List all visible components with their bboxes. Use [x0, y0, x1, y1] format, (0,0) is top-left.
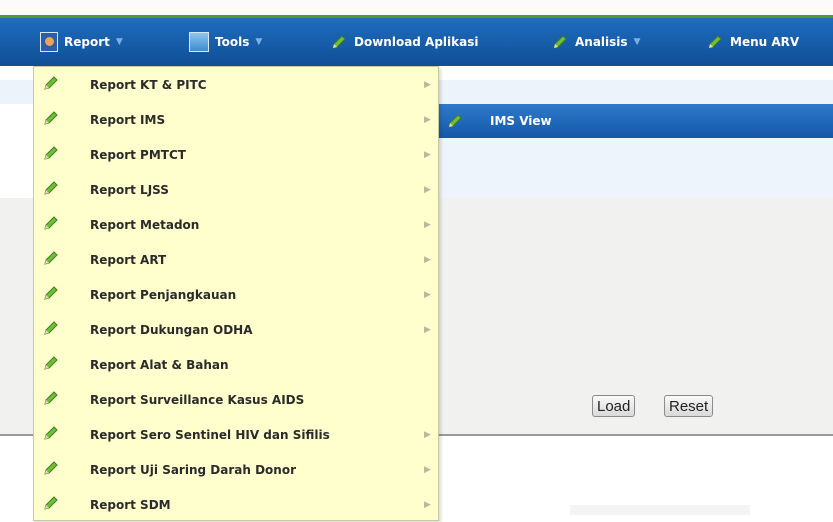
chevron-right-icon: ▶: [424, 79, 431, 90]
chevron-down-icon: ▼: [633, 37, 641, 47]
pencil-icon: [44, 321, 58, 335]
menu-item-7[interactable]: Report Dukungan ODHA ▶: [34, 312, 438, 347]
menu-item-11[interactable]: Report Uji Saring Darah Donor ▶: [34, 452, 438, 487]
window-top-strip: [0, 0, 833, 15]
pencil-icon: [44, 426, 58, 440]
reset-button[interactable]: Reset: [664, 395, 714, 417]
chevron-right-icon: ▶: [424, 184, 431, 195]
content-panel: [438, 138, 833, 198]
menu-item-label: Report LJSS: [90, 182, 169, 197]
footer-text-blur: [570, 505, 750, 515]
menu-item-0[interactable]: Report KT & PITC ▶: [34, 67, 438, 102]
pencil-icon: [44, 111, 58, 125]
menu-item-label: Report Surveillance Kasus AIDS: [90, 392, 305, 407]
submenu-ims-view-label: IMS View: [490, 114, 552, 128]
pencil-icon: [44, 251, 58, 265]
chevron-right-icon: ▶: [424, 254, 431, 265]
pencil-icon: [708, 35, 722, 49]
pencil-icon: [44, 76, 58, 90]
chevron-down-icon: ▼: [115, 37, 123, 47]
menu-item-label: Report Alat & Bahan: [90, 357, 229, 372]
pencil-icon: [44, 496, 58, 510]
nav-menu-arv[interactable]: Menu ARV: [706, 18, 799, 66]
pencil-icon: [448, 114, 462, 128]
pencil-icon: [44, 356, 58, 370]
pencil-icon: [332, 35, 346, 49]
menu-item-5[interactable]: Report ART ▶: [34, 242, 438, 277]
nav-report-label: Report: [64, 35, 110, 49]
menu-item-label: Report SDM: [90, 497, 171, 512]
menu-item-6[interactable]: Report Penjangkauan ▶: [34, 277, 438, 312]
nav-report[interactable]: Report ▼: [40, 18, 123, 66]
nav-tools-label: Tools: [215, 35, 250, 49]
nav-analisis-label: Analisis: [575, 35, 628, 49]
chevron-right-icon: ▶: [424, 429, 431, 440]
nav-menu-arv-label: Menu ARV: [730, 35, 800, 49]
menu-item-2[interactable]: Report PMTCT ▶: [34, 137, 438, 172]
submenu-ims-view[interactable]: IMS View: [438, 104, 833, 138]
main-navbar: Report ▼ Tools ▼ Download Aplikasi Anali…: [0, 18, 833, 66]
nav-analisis[interactable]: Analisis ▼: [551, 18, 640, 66]
menu-item-4[interactable]: Report Metadon ▶: [34, 207, 438, 242]
pencil-icon: [44, 391, 58, 405]
menu-item-label: Report KT & PITC: [90, 77, 207, 92]
chevron-right-icon: ▶: [424, 219, 431, 230]
nav-tools[interactable]: Tools ▼: [189, 18, 262, 66]
chevron-down-icon: ▼: [255, 37, 263, 47]
menu-item-label: Report Sero Sentinel HIV dan Sifilis: [90, 427, 330, 442]
chevron-right-icon: ▶: [424, 289, 431, 300]
pencil-icon: [553, 35, 567, 49]
chevron-right-icon: ▶: [424, 149, 431, 160]
menu-item-label: Report Penjangkauan: [90, 287, 237, 302]
chevron-right-icon: ▶: [424, 464, 431, 475]
nav-download-label: Download Aplikasi: [354, 35, 479, 49]
pencil-icon: [44, 181, 58, 195]
pencil-icon: [44, 146, 58, 160]
pencil-icon: [44, 286, 58, 300]
nav-download-aplikasi[interactable]: Download Aplikasi: [330, 18, 479, 66]
pencil-icon: [44, 461, 58, 475]
menu-item-9[interactable]: Report Surveillance Kasus AIDS: [34, 382, 438, 417]
chevron-right-icon: ▶: [424, 324, 431, 335]
menu-item-label: Report ART: [90, 252, 167, 267]
menu-item-12[interactable]: Report SDM ▶: [34, 487, 438, 522]
menu-item-1[interactable]: Report IMS ▶: [34, 102, 438, 137]
chevron-right-icon: ▶: [424, 114, 431, 125]
pencil-icon: [44, 216, 58, 230]
load-button[interactable]: Load: [592, 395, 636, 417]
menu-item-10[interactable]: Report Sero Sentinel HIV dan Sifilis ▶: [34, 417, 438, 452]
tools-icon: [189, 32, 209, 52]
chevron-right-icon: ▶: [424, 499, 431, 510]
report-dropdown-menu: Report KT & PITC ▶ Report IMS ▶ Report PMTCT…: [33, 66, 439, 521]
menu-item-label: Report Dukungan ODHA: [90, 322, 253, 337]
menu-item-8[interactable]: Report Alat & Bahan: [34, 347, 438, 382]
report-icon: [40, 32, 58, 52]
menu-item-label: Report IMS: [90, 112, 166, 127]
menu-item-label: Report Metadon: [90, 217, 200, 232]
menu-item-label: Report Uji Saring Darah Donor: [90, 462, 296, 477]
menu-item-3[interactable]: Report LJSS ▶: [34, 172, 438, 207]
menu-item-label: Report PMTCT: [90, 147, 186, 162]
